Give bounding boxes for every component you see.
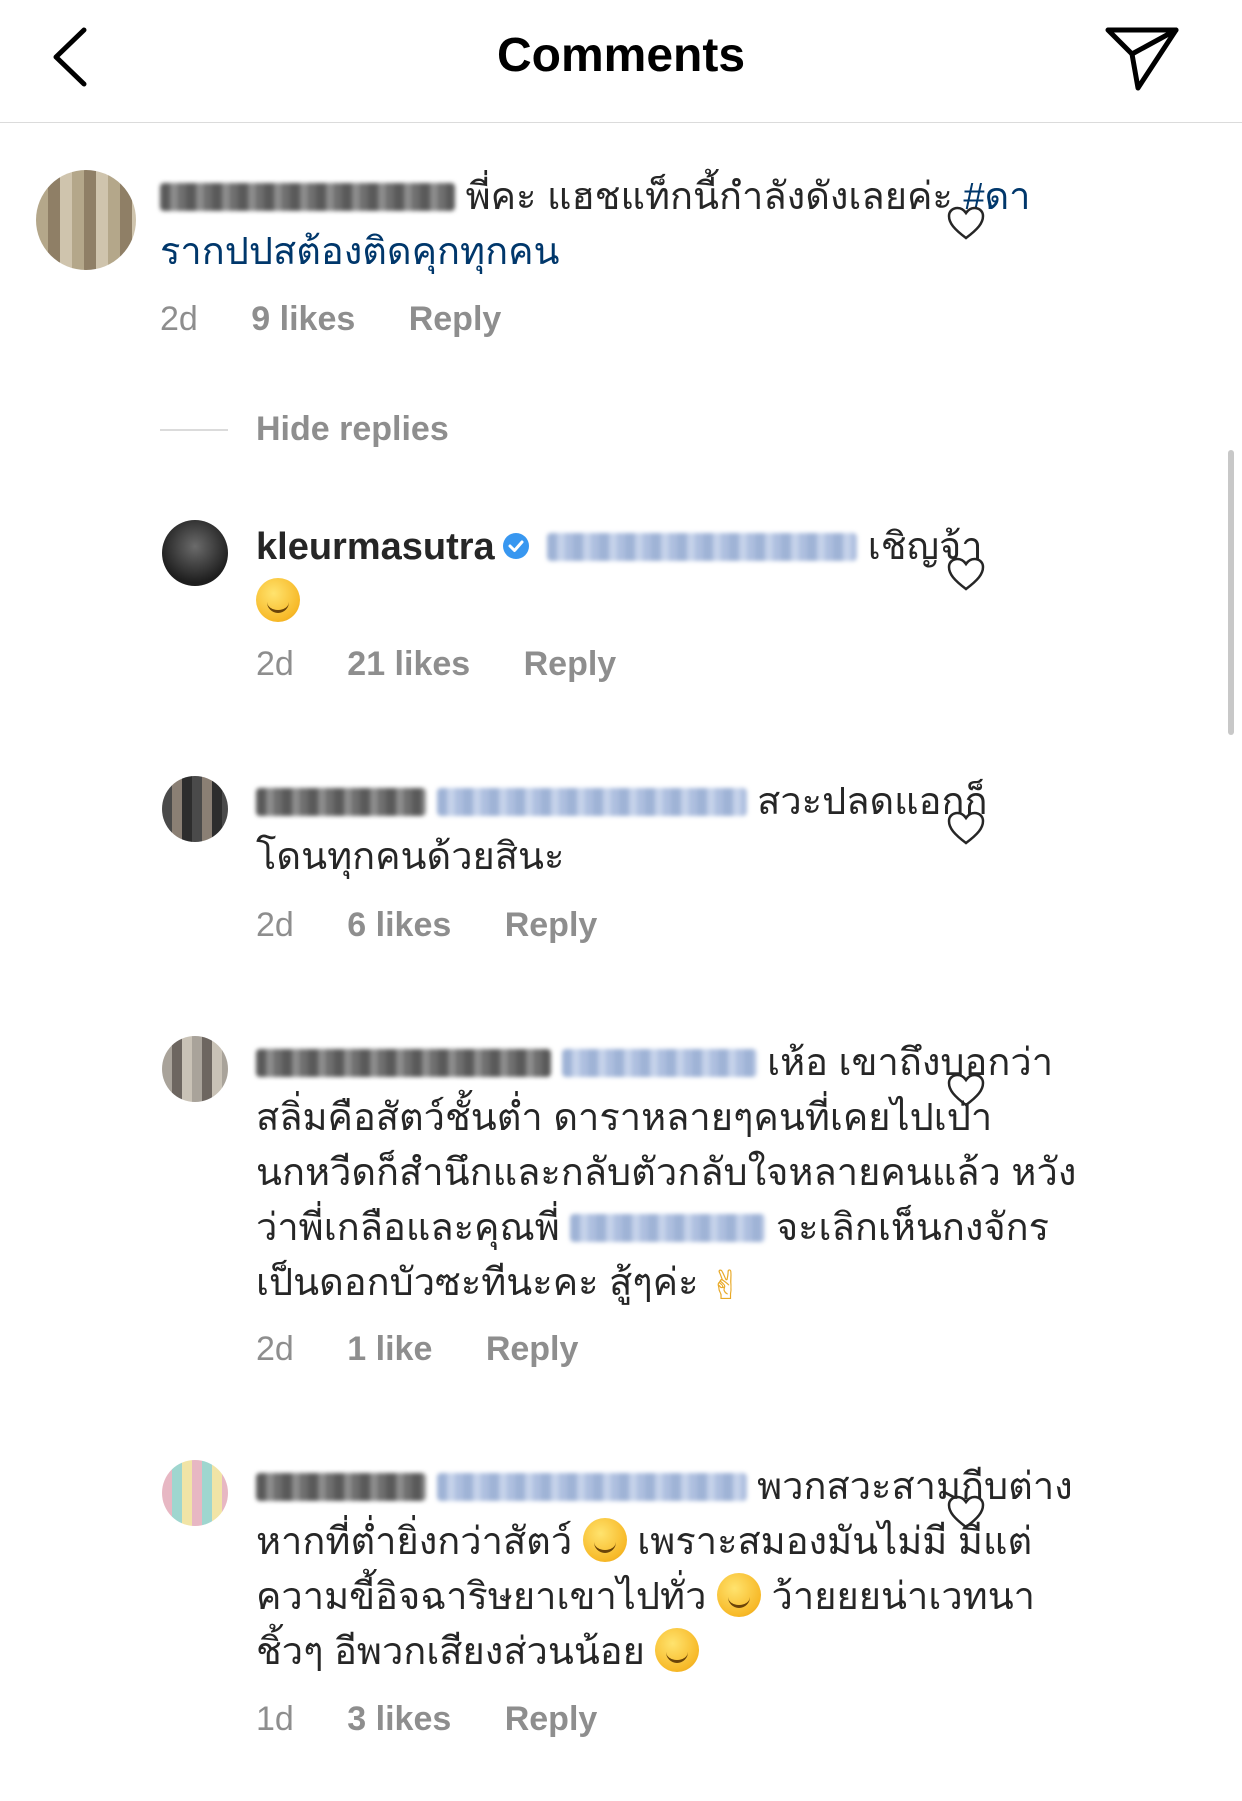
blurred-mention[interactable] (436, 788, 747, 816)
comment-meta: 2d 6 likes Reply (256, 906, 641, 945)
blurred-mention[interactable] (436, 1473, 747, 1501)
heart-icon[interactable] (946, 556, 986, 592)
blurred-mention[interactable] (561, 1049, 757, 1077)
reply-button[interactable]: Reply (409, 300, 502, 338)
relieved-face-emoji (716, 1573, 761, 1617)
comment-meta: 2d 21 likes Reply (256, 645, 660, 684)
divider (160, 429, 228, 431)
verified-badge-icon (502, 533, 529, 559)
blurred-username[interactable] (256, 1473, 426, 1501)
avatar[interactable] (162, 1036, 228, 1102)
likes-count[interactable]: 21 likes (347, 645, 470, 683)
blurred-mention[interactable] (547, 533, 858, 561)
likes-count[interactable]: 1 like (347, 1330, 432, 1368)
comment-time: 2d (256, 645, 294, 683)
comment-body: พี่คะ แฮชแท็กนี้กำลังดังเลยค่ะ #ดารากปปส… (160, 170, 1060, 280)
comment-time: 2d (160, 300, 198, 338)
heart-icon[interactable] (946, 1072, 986, 1108)
blurred-username[interactable] (160, 183, 455, 211)
username-link[interactable]: kleurmasutra (256, 526, 495, 568)
reply-button[interactable]: Reply (524, 645, 617, 683)
relieved-face-emoji (582, 1518, 627, 1562)
comment-time: 2d (256, 906, 294, 944)
likes-count[interactable]: 6 likes (347, 906, 451, 944)
smiling-face-emoji (256, 578, 300, 622)
scrollbar[interactable] (1228, 450, 1234, 735)
heart-icon[interactable] (946, 810, 986, 846)
reply-button[interactable]: Reply (505, 906, 598, 944)
comment-meta: 2d 9 likes Reply (160, 300, 545, 339)
comment-body: สวะปลดแอกก็โดนทุกคนด้วยสินะ (256, 775, 1056, 885)
page-title: Comments (496, 29, 746, 82)
heart-icon[interactable] (946, 205, 986, 241)
comment-body: พวกสวะสามกีบต่างหากที่ต่ำยิ่งกว่าสัตว์ เ… (256, 1460, 1096, 1680)
reply-button[interactable]: Reply (505, 1700, 598, 1738)
avatar[interactable] (162, 1460, 228, 1526)
heart-icon[interactable] (946, 1494, 986, 1530)
paper-plane-icon[interactable] (1102, 20, 1182, 95)
comment-meta: 1d 3 likes Reply (256, 1700, 641, 1739)
comment-time: 2d (256, 1330, 294, 1368)
avatar[interactable] (36, 170, 136, 270)
likes-count[interactable]: 9 likes (251, 300, 355, 338)
avatar[interactable] (162, 776, 228, 842)
likes-count[interactable]: 3 likes (347, 1700, 451, 1738)
victory-hand-emoji: ✌ (709, 1264, 743, 1308)
relieved-face-emoji (655, 1628, 700, 1672)
blurred-username[interactable] (256, 1049, 551, 1077)
comment-meta: 2d 1 like Reply (256, 1330, 622, 1369)
avatar[interactable] (162, 520, 228, 586)
comment-body: kleurmasutra เชิญจ้า (256, 520, 1056, 630)
comment-text: พี่คะ แฮชแท็กนี้กำลังดังเลยค่ะ (465, 176, 964, 218)
reply-button[interactable]: Reply (486, 1330, 579, 1368)
hide-replies-label: Hide replies (256, 410, 449, 448)
header-bar: Comments (0, 0, 1242, 123)
comment-time: 1d (256, 1700, 294, 1738)
blurred-mention[interactable] (570, 1214, 766, 1242)
blurred-username[interactable] (256, 788, 426, 816)
